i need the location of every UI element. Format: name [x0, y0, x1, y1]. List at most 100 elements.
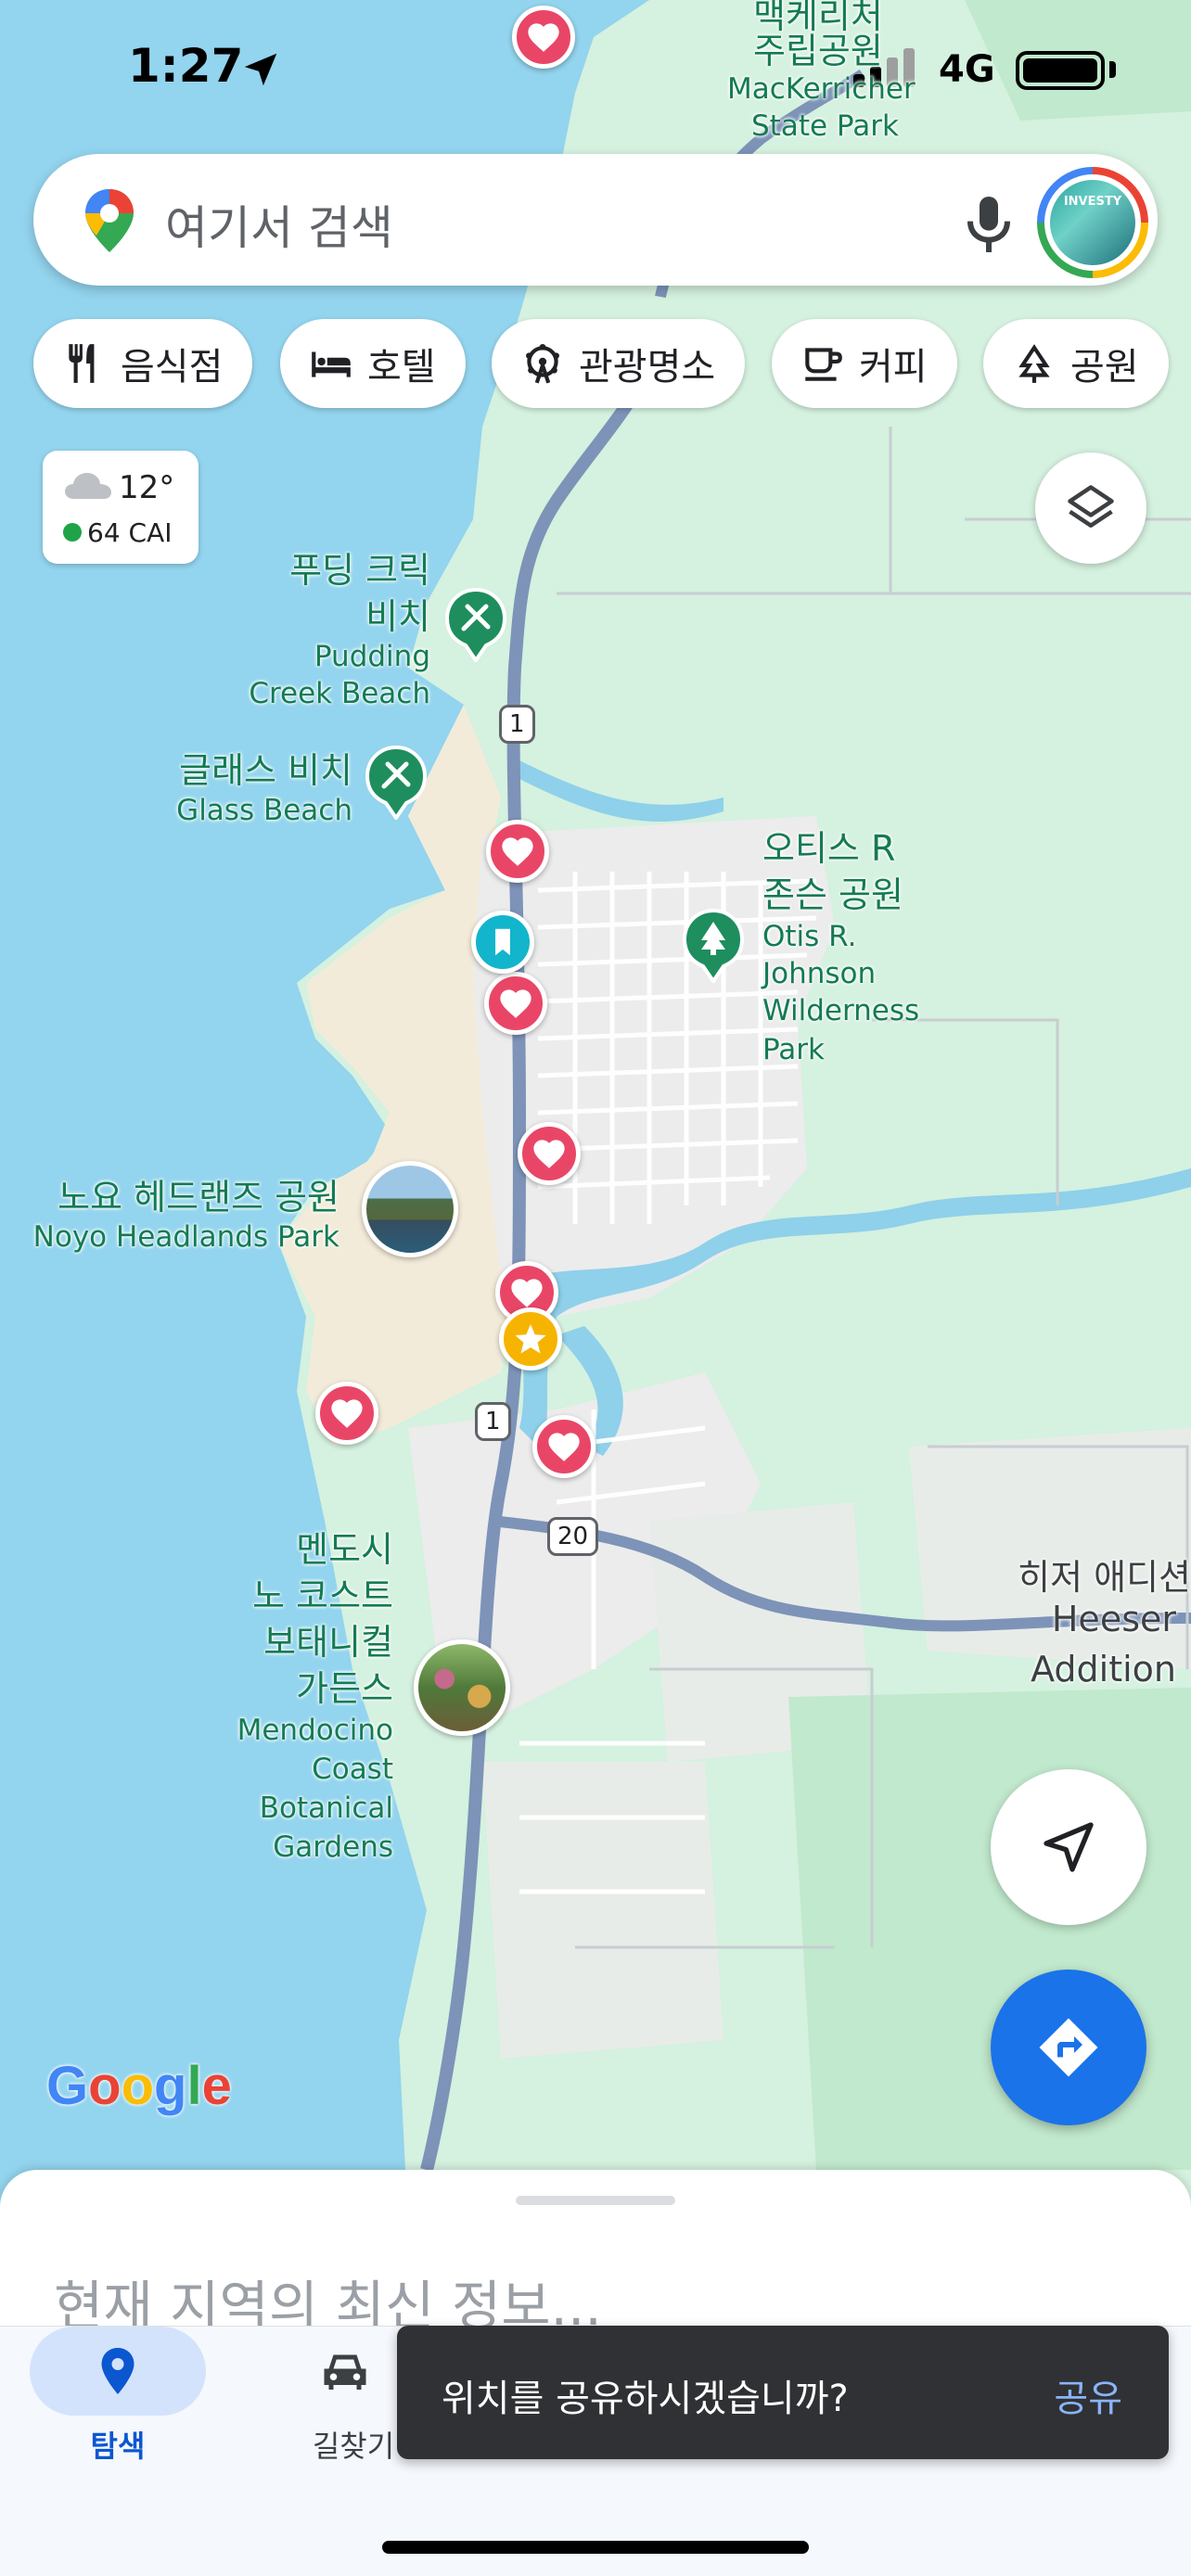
search-bar[interactable]: 여기서 검색 INVESTY: [33, 154, 1158, 286]
saved-place-heart-marker[interactable]: [518, 1122, 581, 1185]
heart-icon: [533, 1140, 565, 1168]
label-mendo-en-4[interactable]: Gardens: [186, 1830, 393, 1864]
weather-widget[interactable]: 12° 64 CAI: [43, 451, 198, 564]
route-1-shield-south: 1: [475, 1402, 511, 1441]
label-noyo-en[interactable]: Noyo Headlands Park: [19, 1220, 339, 1254]
park-marker[interactable]: [683, 909, 744, 983]
heart-icon: [548, 1433, 580, 1461]
botanical-gardens-photo-marker[interactable]: [414, 1639, 510, 1736]
chip-attractions[interactable]: 관광명소: [492, 319, 746, 408]
chip-label: 관광명소: [579, 346, 716, 389]
hotel-icon: [312, 351, 351, 377]
label-mendo-en-3[interactable]: Botanical: [186, 1792, 393, 1825]
sheet-grabber[interactable]: [516, 2196, 675, 2205]
nav-label: 탐색: [90, 2429, 146, 2464]
my-location-button[interactable]: [991, 1769, 1146, 1925]
search-input[interactable]: 여기서 검색: [165, 191, 393, 258]
location-arrow-icon: [244, 53, 277, 86]
car-icon: [324, 2354, 366, 2390]
saved-place-heart-marker[interactable]: [486, 820, 549, 883]
bookmark-icon: [495, 928, 510, 956]
label-pudding-ko-2[interactable]: 비치: [223, 588, 430, 639]
beach-marker[interactable]: [365, 746, 427, 820]
coffee-icon: [805, 348, 842, 381]
heart-icon: [502, 837, 533, 866]
chip-parks[interactable]: 공원: [983, 319, 1169, 408]
saved-place-heart-marker[interactable]: [512, 6, 575, 69]
chip-coffee[interactable]: 커피: [772, 319, 957, 408]
explore-pin-icon: [101, 2348, 134, 2394]
layers-icon: [1068, 485, 1114, 528]
label-heeser-ko[interactable]: 히저 애디션: [928, 1549, 1191, 1600]
label-mendo-en-2[interactable]: Coast: [186, 1753, 393, 1786]
snackbar-message: 위치를 공유하시겠습니까?: [442, 2378, 849, 2420]
saved-place-heart-marker[interactable]: [484, 972, 547, 1035]
label-mendo-ko-3[interactable]: 보태니컬: [186, 1613, 393, 1664]
route-1-shield: 1: [499, 705, 535, 744]
label-heeser-en-2[interactable]: Addition: [928, 1649, 1176, 1690]
label-mackerricher-ko-2[interactable]: 주립공원: [753, 22, 883, 73]
temperature: 12°: [119, 469, 175, 506]
label-mendo-ko-2[interactable]: 노 코스트: [186, 1567, 393, 1618]
saved-place-heart-marker[interactable]: [315, 1382, 378, 1445]
label-otis-en-4[interactable]: Park: [762, 1033, 825, 1066]
chip-label: 공원: [1070, 346, 1139, 389]
label-pudding-ko-1[interactable]: 푸딩 크릭: [223, 542, 430, 593]
share-button[interactable]: 공유: [1054, 2368, 1122, 2422]
label-noyo-ko[interactable]: 노요 헤드랜즈 공원: [19, 1168, 339, 1219]
battery-icon: [1016, 51, 1105, 90]
label-glass-beach-ko[interactable]: 글래스 비치: [139, 742, 352, 793]
label-pudding-en-2[interactable]: Creek Beach: [204, 677, 430, 710]
chip-restaurants[interactable]: 음식점: [33, 319, 253, 408]
star-icon: [515, 1324, 546, 1354]
label-mackerricher-en-1[interactable]: MacKerricher: [727, 72, 916, 106]
label-pudding-en-1[interactable]: Pudding: [204, 640, 430, 673]
avatar-text: INVESTY: [1063, 195, 1122, 209]
air-quality: 64 CAI: [87, 517, 173, 548]
avatar-image: INVESTY: [1050, 180, 1135, 265]
account-avatar[interactable]: INVESTY: [1037, 167, 1148, 278]
microphone-icon[interactable]: [952, 187, 1026, 261]
heart-icon: [528, 23, 559, 52]
layers-button[interactable]: [1035, 453, 1146, 564]
directions-icon: [1039, 2018, 1098, 2077]
status-time: 1:27: [128, 39, 244, 93]
saved-place-heart-marker[interactable]: [532, 1415, 596, 1478]
label-otis-en-1[interactable]: Otis R.: [762, 920, 856, 953]
starred-place-marker[interactable]: [499, 1307, 562, 1371]
label-heeser-en-1[interactable]: Heeser: [928, 1599, 1176, 1639]
status-bar: 1:27 4G: [0, 0, 1191, 139]
maps-pin-icon: [85, 189, 134, 252]
saved-bookmark-marker[interactable]: [471, 911, 534, 974]
chip-label: 호텔: [367, 346, 436, 389]
cloud-icon: [65, 473, 111, 499]
chip-label: 커피: [859, 346, 928, 389]
navigation-arrow-icon: [1044, 1822, 1094, 1872]
label-glass-beach-en[interactable]: Glass Beach: [139, 794, 352, 827]
chip-hotels[interactable]: 호텔: [280, 319, 466, 408]
label-mendo-ko-4[interactable]: 가든스: [186, 1660, 393, 1711]
category-chips: 음식점 호텔 관광명소 커피 공원: [0, 319, 1191, 408]
route-20-shield: 20: [547, 1517, 599, 1556]
network-type: 4G: [939, 48, 995, 91]
directions-button[interactable]: [991, 1970, 1146, 2125]
label-mendo-en-1[interactable]: Mendocino: [186, 1714, 393, 1747]
home-indicator[interactable]: [382, 2541, 809, 2554]
restaurant-icon: [69, 344, 95, 383]
label-otis-ko-2[interactable]: 존슨 공원: [762, 866, 903, 917]
share-location-snackbar: 위치를 공유하시겠습니까? 공유: [397, 2326, 1169, 2459]
label-mendo-ko-1[interactable]: 멘도시: [186, 1521, 393, 1572]
label-otis-ko-1[interactable]: 오티스 R: [762, 820, 895, 871]
heart-icon: [331, 1399, 363, 1428]
aqi-dot: [63, 523, 82, 542]
label-otis-en-2[interactable]: Johnson: [762, 957, 876, 990]
beach-marker[interactable]: [445, 588, 506, 662]
label-otis-en-3[interactable]: Wilderness: [762, 994, 919, 1027]
heart-icon: [500, 989, 531, 1018]
attractions-icon: [526, 343, 559, 384]
noyo-headlands-photo-marker[interactable]: [362, 1161, 458, 1257]
heart-icon: [511, 1279, 543, 1307]
label-mackerricher-en-2[interactable]: State Park: [751, 109, 899, 143]
chip-label: 음식점: [121, 346, 224, 389]
park-icon: [1018, 344, 1050, 383]
